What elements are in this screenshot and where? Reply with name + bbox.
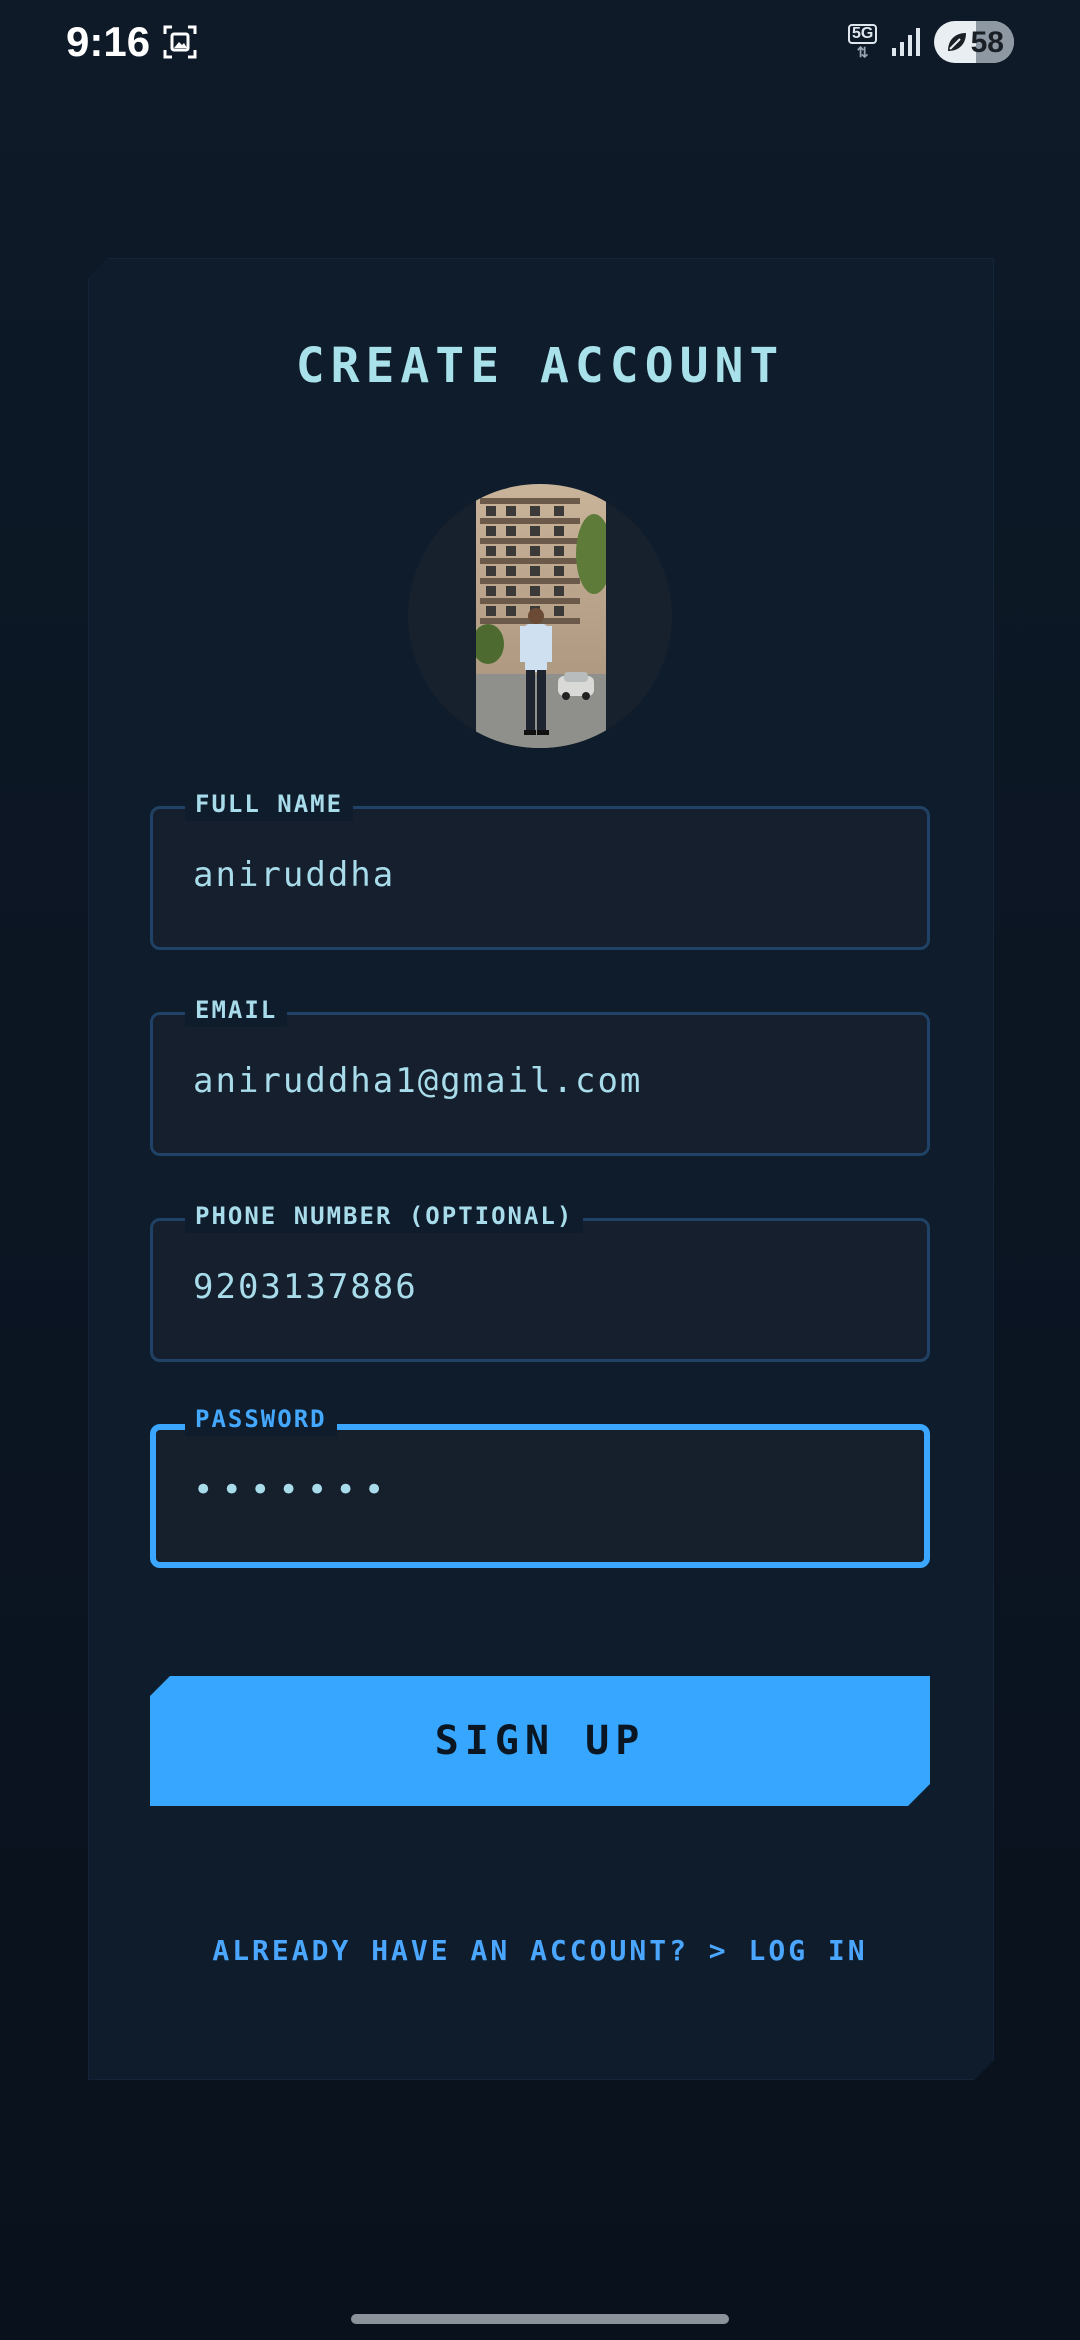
battery-percentage: 58 [970, 26, 1004, 59]
home-indicator[interactable] [351, 2314, 729, 2324]
full-name-value[interactable]: aniruddha [193, 855, 395, 895]
battery-saver-leaf-icon [948, 33, 966, 51]
phone-label: PHONE NUMBER (OPTIONAL) [185, 1199, 584, 1233]
status-time: 9:16 [66, 18, 151, 65]
network-type-indicator: 5G ⇅ [848, 24, 878, 60]
email-field[interactable]: EMAIL aniruddha1@gmail.com [150, 993, 930, 1156]
email-label: EMAIL [185, 993, 288, 1027]
data-arrows-icon: ⇅ [856, 44, 869, 60]
full-name-field[interactable]: FULL NAME aniruddha [150, 787, 930, 950]
password-label: PASSWORD [185, 1402, 337, 1436]
password-field[interactable]: PASSWORD ••••••• [150, 1402, 930, 1568]
screenshot-icon [163, 25, 197, 59]
signal-icon [892, 28, 920, 56]
full-name-label: FULL NAME [185, 787, 354, 821]
email-value[interactable]: aniruddha1@gmail.com [193, 1061, 642, 1101]
page-title: CREATE ACCOUNT [295, 338, 785, 394]
avatar[interactable] [408, 484, 672, 748]
profile-photo [476, 484, 606, 748]
phone-field[interactable]: PHONE NUMBER (OPTIONAL) 9203137886 [150, 1199, 930, 1362]
login-link[interactable]: ALREADY HAVE AN ACCOUNT? > LOG IN [0, 1934, 1080, 1967]
phone-value[interactable]: 9203137886 [193, 1267, 418, 1307]
sign-up-button[interactable]: SIGN UP [150, 1676, 930, 1806]
battery-indicator: 58 [934, 21, 1014, 63]
status-bar: 9:16 5G ⇅ 58 [0, 0, 1080, 90]
password-value[interactable]: ••••••• [193, 1470, 392, 1510]
